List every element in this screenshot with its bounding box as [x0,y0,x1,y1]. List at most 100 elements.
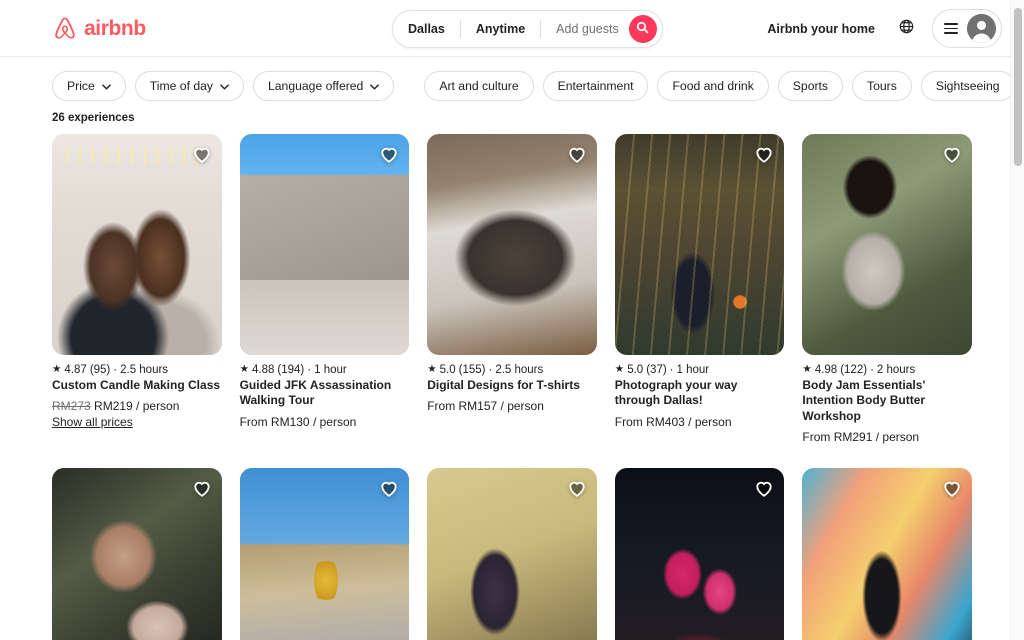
heart-icon[interactable] [378,477,400,499]
search-guests[interactable]: Add guests [541,11,627,47]
filter-bar: Price Time of day Language offered Art a… [0,57,1024,110]
experience-card[interactable] [239,468,410,640]
card-rating: 5.0 [439,363,456,376]
card-price: From RM291 / person [802,430,920,445]
host-your-home-link[interactable]: Airbnb your home [756,13,886,45]
site-header: airbnb Dallas Anytime Add guests Airbnb … [0,0,1024,57]
heart-icon[interactable] [753,143,775,165]
card-price: From RM403 / person [614,414,732,429]
experience-card[interactable]: ★ 4.87 (95) · 2.5 hours Custom Candle Ma… [52,134,222,444]
card-separator: · [307,363,312,376]
star-icon: ★ [52,362,62,375]
card-price: RM273 RM219 / person [52,399,222,413]
card-rating: 4.88 [252,363,275,376]
card-photo [52,134,222,355]
card-title: Custom Candle Making Class [52,377,221,392]
card-separator: · [870,363,874,376]
airbnb-logo[interactable]: airbnb [52,14,146,42]
heart-icon[interactable] [566,143,588,165]
experience-card[interactable]: ★ 4.88 (194) · 1 hour Guided JFK Assassi… [239,134,410,444]
card-rating-row: ★ 5.0 (155) · 2.5 hours [427,364,597,376]
page-scrollbar-thumb[interactable] [1014,8,1022,166]
chevron-down-icon [220,79,229,93]
heart-icon[interactable] [941,477,963,499]
search-location[interactable]: Dallas [393,11,460,47]
card-rating-row: ★ 4.98 (122) · 2 hours [802,364,972,376]
card-duration: 2.5 hours [495,363,544,376]
search-dates[interactable]: Anytime [461,11,540,47]
card-info: ★ 5.0 (37) · 1 hour Photograph your way … [615,355,785,429]
card-image[interactable] [427,134,597,355]
card-image[interactable] [239,134,410,355]
heart-icon[interactable] [753,477,775,499]
card-current-price: RM219 / person [94,399,180,414]
card-info: ★ 5.0 (155) · 2.5 hours Digital Designs … [427,355,597,414]
filter-language-offered[interactable]: Language offered [253,70,395,101]
airbnb-experiences-page: airbnb Dallas Anytime Add guests Airbnb … [0,0,1024,640]
card-image[interactable] [52,468,222,640]
card-duration: 1 hour [676,363,710,376]
card-review-count: (37) [646,363,667,376]
experience-card[interactable] [427,468,597,640]
experience-card[interactable] [802,468,972,640]
card-info: ★ 4.87 (95) · 2.5 hours Custom Candle Ma… [52,355,222,432]
card-image[interactable] [614,468,785,640]
card-review-count: (194) [277,363,305,376]
card-duration: 2.5 hours [120,363,169,376]
user-menu-button[interactable] [932,9,1002,48]
airbnb-belo-icon [52,14,78,42]
category-food-and-drink[interactable]: Food and drink [657,70,769,101]
globe-icon [899,19,914,39]
star-icon: ★ [239,362,250,375]
show-all-prices-link[interactable]: Show all prices [52,415,133,429]
card-image[interactable] [427,468,597,640]
page-scrollbar-track[interactable] [1010,0,1024,640]
star-icon: ★ [802,362,812,375]
heart-icon[interactable] [566,477,588,499]
star-icon: ★ [614,362,625,375]
heart-icon[interactable] [941,143,963,165]
experience-card[interactable] [52,468,222,640]
experience-card[interactable]: ★ 5.0 (37) · 1 hour Photograph your way … [614,134,785,444]
card-review-count: (122) [840,363,868,376]
card-title: Digital Designs for T-shirts [427,377,580,392]
card-image[interactable] [802,134,972,355]
experience-card[interactable]: ★ 4.98 (122) · 2 hours Body Jam Essentia… [802,134,972,444]
filter-time-of-day-label: Time of day [149,78,213,93]
category-tours[interactable]: Tours [852,70,912,101]
category-entertainment[interactable]: Entertainment [542,70,649,101]
card-photo [427,134,597,355]
search-button[interactable] [628,15,657,43]
category-sightseeing[interactable]: Sightseeing [920,70,1015,101]
chevron-down-icon [370,79,380,93]
language-globe-button[interactable] [890,13,922,45]
star-icon: ★ [427,362,437,375]
category-art-and-culture[interactable]: Art and culture [424,70,534,101]
search-icon [636,21,649,37]
heart-icon[interactable] [191,143,213,165]
filter-time-of-day[interactable]: Time of day [134,70,244,101]
card-info: ★ 4.98 (122) · 2 hours Body Jam Essentia… [802,355,972,445]
filter-price[interactable]: Price [52,70,126,101]
filter-price-label: Price [67,78,95,93]
card-rating-row: ★ 4.87 (95) · 2.5 hours [52,364,222,376]
card-image[interactable] [239,468,410,640]
card-title: Body Jam Essentials' Intention Body Butt… [802,377,926,423]
card-image[interactable] [614,134,785,355]
card-duration: 1 hour [314,363,347,376]
card-image[interactable] [802,468,972,640]
filter-language-offered-label: Language offered [268,78,364,93]
card-rating-row: ★ 4.88 (194) · 1 hour [240,364,410,376]
card-photo [239,134,410,355]
search-bar[interactable]: Dallas Anytime Add guests [392,10,663,48]
card-price: From RM130 / person [239,414,357,429]
airbnb-wordmark: airbnb [84,16,146,40]
category-sports[interactable]: Sports [777,70,844,101]
heart-icon[interactable] [378,143,400,165]
experience-card[interactable]: ★ 5.0 (155) · 2.5 hours Digital Designs … [427,134,597,444]
results-count: 26 experiences [52,112,135,124]
heart-icon[interactable] [191,477,213,499]
card-image[interactable] [52,134,222,355]
experiences-grid: ★ 4.87 (95) · 2.5 hours Custom Candle Ma… [0,134,1024,640]
experience-card[interactable] [614,468,785,640]
